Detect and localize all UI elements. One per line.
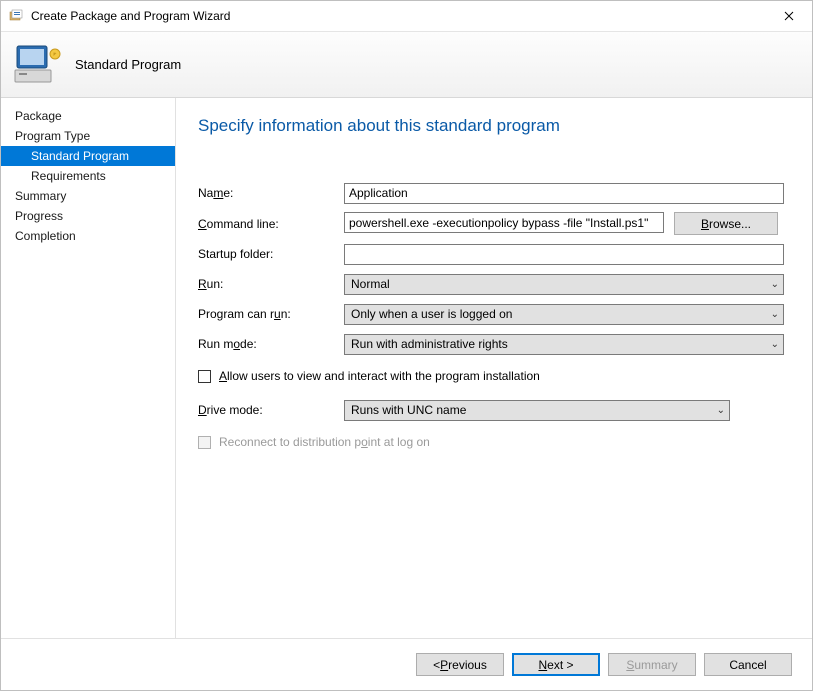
allow-users-checkbox[interactable] [198,370,211,383]
app-icon [9,8,25,24]
body: Package Program Type Standard Program Re… [1,98,812,638]
drive-mode-label: Drive mode: [198,403,344,417]
banner: Standard Program [1,32,812,98]
run-mode-label: Run mode: [198,337,344,351]
chevron-down-icon: ⌄ [771,309,779,320]
cancel-button[interactable]: Cancel [704,653,792,676]
name-input[interactable] [344,183,784,204]
command-line-input[interactable] [344,212,664,233]
computer-icon [13,44,61,86]
sidebar: Package Program Type Standard Program Re… [1,98,176,638]
nav-progress[interactable]: Progress [1,206,175,226]
run-mode-select[interactable]: Run with administrative rights ⌄ [344,334,784,355]
banner-title: Standard Program [75,57,181,72]
wizard-window: Create Package and Program Wizard Standa… [0,0,813,691]
nav-program-type[interactable]: Program Type [1,126,175,146]
reconnect-row: Reconnect to distribution point at log o… [198,435,784,449]
nav-requirements[interactable]: Requirements [1,166,175,186]
nav-standard-program[interactable]: Standard Program [1,146,175,166]
startup-folder-input[interactable] [344,244,784,265]
startup-folder-label: Startup folder: [198,247,344,261]
window-title: Create Package and Program Wizard [31,9,766,23]
nav-package[interactable]: Package [1,106,175,126]
command-line-label: Command line: [198,217,344,231]
browse-button[interactable]: Browse... [674,212,778,235]
run-label: Run: [198,277,344,291]
next-button[interactable]: Next > [512,653,600,676]
close-button[interactable] [766,1,812,32]
previous-button[interactable]: < Previous [416,653,504,676]
reconnect-checkbox [198,436,211,449]
allow-users-row: Allow users to view and interact with th… [198,369,784,383]
nav-completion[interactable]: Completion [1,226,175,246]
chevron-down-icon: ⌄ [717,405,725,416]
name-label: Name: [198,186,344,200]
chevron-down-icon: ⌄ [771,279,779,290]
reconnect-label: Reconnect to distribution point at log o… [219,435,430,449]
nav-summary[interactable]: Summary [1,186,175,206]
program-can-run-select[interactable]: Only when a user is logged on ⌄ [344,304,784,325]
footer: < Previous Next > Summary Cancel [1,638,812,690]
chevron-down-icon: ⌄ [771,339,779,350]
summary-button: Summary [608,653,696,676]
titlebar: Create Package and Program Wizard [1,1,812,32]
program-can-run-label: Program can run: [198,307,344,321]
drive-mode-select[interactable]: Runs with UNC name ⌄ [344,400,730,421]
run-select[interactable]: Normal ⌄ [344,274,784,295]
content: Specify information about this standard … [176,98,812,638]
page-title: Specify information about this standard … [198,116,784,136]
form: Name: Command line: Browse... Startup fo… [198,182,784,465]
allow-users-label: Allow users to view and interact with th… [219,369,540,383]
